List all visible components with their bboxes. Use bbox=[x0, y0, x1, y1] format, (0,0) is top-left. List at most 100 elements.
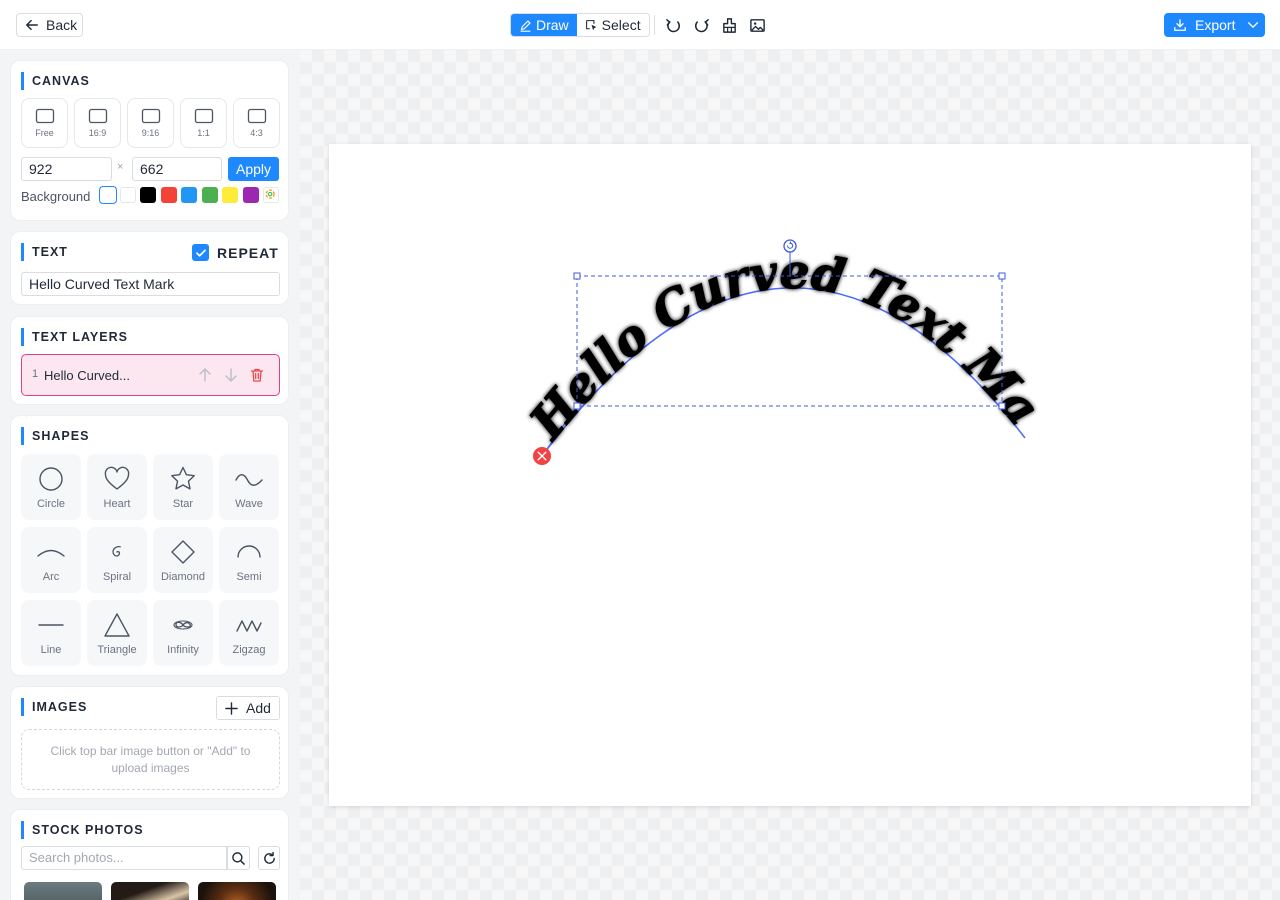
stock-photo-thumbnail[interactable] bbox=[111, 882, 189, 900]
download-icon bbox=[1174, 19, 1186, 31]
shape-spiral[interactable]: Spiral bbox=[87, 527, 147, 593]
repeat-checkbox[interactable] bbox=[192, 244, 209, 261]
circle-icon bbox=[39, 466, 63, 491]
shape-label: Heart bbox=[103, 497, 131, 510]
ratio-label: 1:1 bbox=[197, 128, 210, 138]
repeat-toggle[interactable]: REPEAT bbox=[192, 244, 279, 261]
canvas-width-input[interactable]: 922 bbox=[21, 157, 112, 181]
select-cursor-icon bbox=[585, 19, 597, 30]
arc-icon bbox=[37, 549, 65, 557]
canvas-height-input[interactable]: 662 bbox=[132, 157, 222, 181]
delete-layer-button[interactable] bbox=[249, 367, 265, 383]
shape-zigzag[interactable]: Zigzag bbox=[219, 600, 279, 666]
stock-search-input[interactable]: Search photos... bbox=[21, 846, 227, 870]
shape-arc[interactable]: Arc bbox=[21, 527, 81, 593]
text-panel-title: TEXT bbox=[21, 243, 68, 261]
back-button[interactable]: Back bbox=[16, 13, 83, 37]
resize-handle-bottom-right[interactable] bbox=[998, 402, 1006, 410]
redo-icon bbox=[694, 18, 709, 32]
layer-item[interactable]: 1 Hello Curved... bbox=[21, 354, 280, 396]
ratio-4-3[interactable]: 4:3 bbox=[233, 98, 280, 148]
check-icon bbox=[195, 249, 206, 257]
add-image-button[interactable]: Add bbox=[216, 696, 280, 720]
canvas-panel: CANVAS Free 16:9 9:16 1:1 4:3 922 × 662 … bbox=[10, 60, 289, 221]
shape-label: Infinity bbox=[167, 643, 199, 656]
swatch-green[interactable] bbox=[202, 187, 218, 203]
ratio-presets: Free 16:9 9:16 1:1 4:3 bbox=[21, 98, 280, 148]
curved-text[interactable]: Hello Curved Text Mark bbox=[329, 144, 1051, 451]
color-picker-icon bbox=[265, 189, 275, 199]
chevron-down-icon bbox=[1248, 22, 1259, 28]
plus-icon bbox=[225, 701, 238, 715]
shape-semi[interactable]: Semi bbox=[219, 527, 279, 593]
layer-name: Hello Curved... bbox=[44, 368, 130, 383]
stock-photo-thumbnail[interactable] bbox=[198, 882, 276, 900]
dropzone-hint: Click top bar image button or "Add" to u… bbox=[50, 743, 251, 775]
redo-button[interactable] bbox=[691, 15, 711, 35]
pencil-icon bbox=[520, 19, 531, 32]
shape-triangle[interactable]: Triangle bbox=[87, 600, 147, 666]
move-down-button[interactable] bbox=[223, 367, 239, 383]
swatch-purple[interactable] bbox=[243, 187, 259, 203]
resize-handle-bottom-left[interactable] bbox=[573, 402, 581, 410]
search-icon bbox=[232, 851, 245, 865]
ratio-free[interactable]: Free bbox=[21, 98, 68, 148]
resize-handle-top-left[interactable] bbox=[573, 272, 581, 280]
draw-mode-button[interactable]: Draw bbox=[511, 14, 577, 36]
swatch-yellow[interactable] bbox=[222, 187, 238, 203]
layer-index: 1 bbox=[32, 368, 39, 380]
swatch-blue[interactable] bbox=[181, 187, 197, 203]
drawing-canvas[interactable]: Hello Curved Text Mark bbox=[329, 144, 1251, 806]
arrow-left-icon bbox=[26, 19, 38, 31]
stock-photo-thumbnail[interactable] bbox=[24, 882, 102, 900]
undo-button[interactable] bbox=[663, 15, 683, 35]
move-up-button[interactable] bbox=[197, 367, 213, 383]
clear-button[interactable] bbox=[719, 15, 739, 35]
select-mode-button[interactable]: Select bbox=[576, 14, 649, 36]
shape-label: Arc bbox=[42, 570, 60, 583]
export-button[interactable]: Export bbox=[1164, 13, 1265, 37]
canvas-layer: Hello Curved Text Mark bbox=[329, 144, 1051, 465]
top-bar: Back Draw Select Export bbox=[0, 0, 1280, 50]
shape-label: Zigzag bbox=[232, 643, 266, 656]
shape-heart[interactable]: Heart bbox=[87, 454, 147, 520]
images-panel: IMAGES Add Click top bar image button or… bbox=[10, 686, 289, 799]
swatch-transparent[interactable] bbox=[99, 186, 117, 204]
ratio-9-16[interactable]: 9:16 bbox=[127, 98, 174, 148]
shape-diamond[interactable]: Diamond bbox=[153, 527, 213, 593]
ratio-16-9[interactable]: 16:9 bbox=[74, 98, 121, 148]
stock-refresh-button[interactable] bbox=[258, 846, 280, 870]
apply-button[interactable]: Apply bbox=[228, 157, 279, 181]
shape-circle[interactable]: Circle bbox=[21, 454, 81, 520]
image-dropzone[interactable]: Click top bar image button or "Add" to u… bbox=[21, 729, 280, 790]
swatch-white[interactable] bbox=[120, 187, 136, 203]
repeat-label: REPEAT bbox=[217, 244, 279, 261]
swatch-red[interactable] bbox=[161, 187, 177, 203]
stock-search-button[interactable] bbox=[227, 846, 250, 870]
image-upload-button[interactable] bbox=[747, 15, 767, 35]
canvas-panel-title: CANVAS bbox=[21, 72, 90, 90]
mode-toggle: Draw Select bbox=[510, 13, 650, 37]
shape-infinity[interactable]: Infinity bbox=[153, 600, 213, 666]
ratio-1-1[interactable]: 1:1 bbox=[180, 98, 227, 148]
infinity-icon bbox=[173, 619, 193, 630]
shape-line[interactable]: Line bbox=[21, 600, 81, 666]
shape-label: Circle bbox=[36, 497, 66, 510]
trash-icon bbox=[250, 368, 264, 382]
swatch-black[interactable] bbox=[140, 187, 156, 203]
triangle-icon bbox=[104, 612, 130, 637]
shape-wave[interactable]: Wave bbox=[219, 454, 279, 520]
zigzag-icon bbox=[236, 619, 262, 632]
rectangle-icon bbox=[88, 108, 107, 124]
clear-icon bbox=[722, 17, 736, 33]
shape-star[interactable]: Star bbox=[153, 454, 213, 520]
text-content-input[interactable]: Hello Curved Text Mark bbox=[21, 272, 280, 296]
custom-color-button[interactable] bbox=[263, 187, 279, 203]
back-label: Back bbox=[46, 17, 78, 33]
resize-handle-top-right[interactable] bbox=[998, 272, 1006, 280]
ratio-label: 4:3 bbox=[250, 128, 263, 138]
text-layers-panel: TEXT LAYERS 1 Hello Curved... bbox=[10, 316, 289, 405]
line-icon bbox=[38, 623, 64, 626]
diamond-icon bbox=[171, 539, 195, 564]
semicircle-icon bbox=[237, 544, 261, 558]
